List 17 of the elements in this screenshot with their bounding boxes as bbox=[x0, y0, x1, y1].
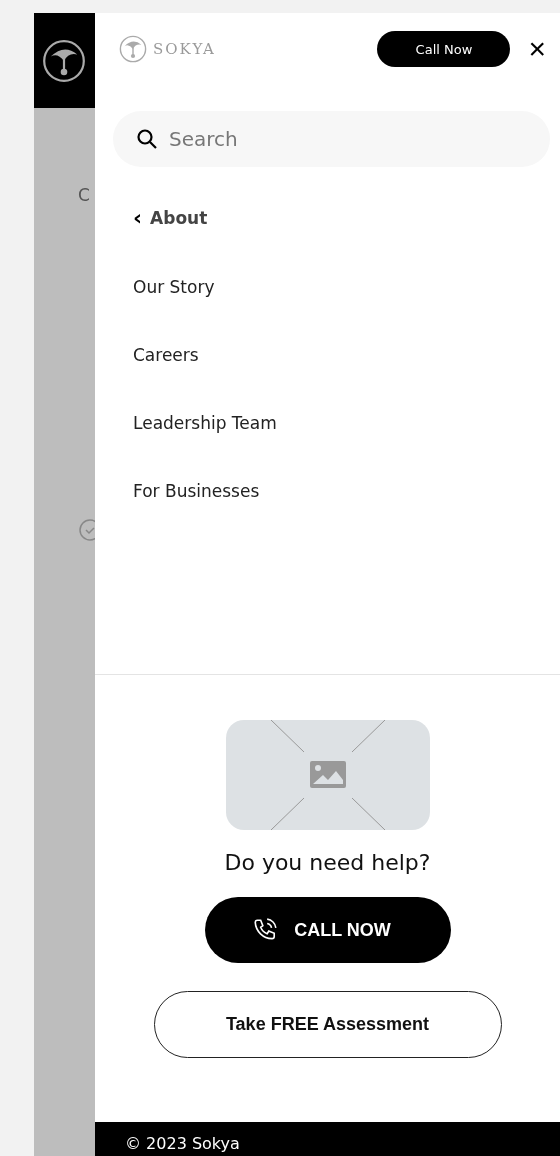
copyright-text: © 2023 Sokya bbox=[125, 1134, 240, 1153]
brand-name: SOKYA bbox=[153, 40, 216, 58]
close-button[interactable]: × bbox=[524, 34, 550, 64]
menu-item[interactable]: For Businesses bbox=[133, 481, 260, 501]
background-text: C bbox=[78, 185, 90, 205]
tree-logo-icon bbox=[119, 35, 147, 63]
help-title: Do you need help? bbox=[224, 850, 431, 875]
call-now-button[interactable]: Call Now bbox=[377, 31, 511, 67]
menu-item[interactable]: Leadership Team bbox=[133, 413, 277, 433]
back-link[interactable]: ‹ About bbox=[133, 207, 208, 229]
assessment-button[interactable]: Take FREE Assessment bbox=[153, 991, 502, 1058]
menu-item[interactable]: Careers bbox=[133, 345, 199, 365]
tree-logo-icon bbox=[42, 38, 86, 83]
search-icon bbox=[135, 127, 159, 151]
menu-item[interactable]: Our Story bbox=[133, 277, 215, 297]
call-now-button[interactable]: CALL NOW bbox=[204, 897, 451, 963]
search-field[interactable]: Search bbox=[113, 111, 550, 167]
